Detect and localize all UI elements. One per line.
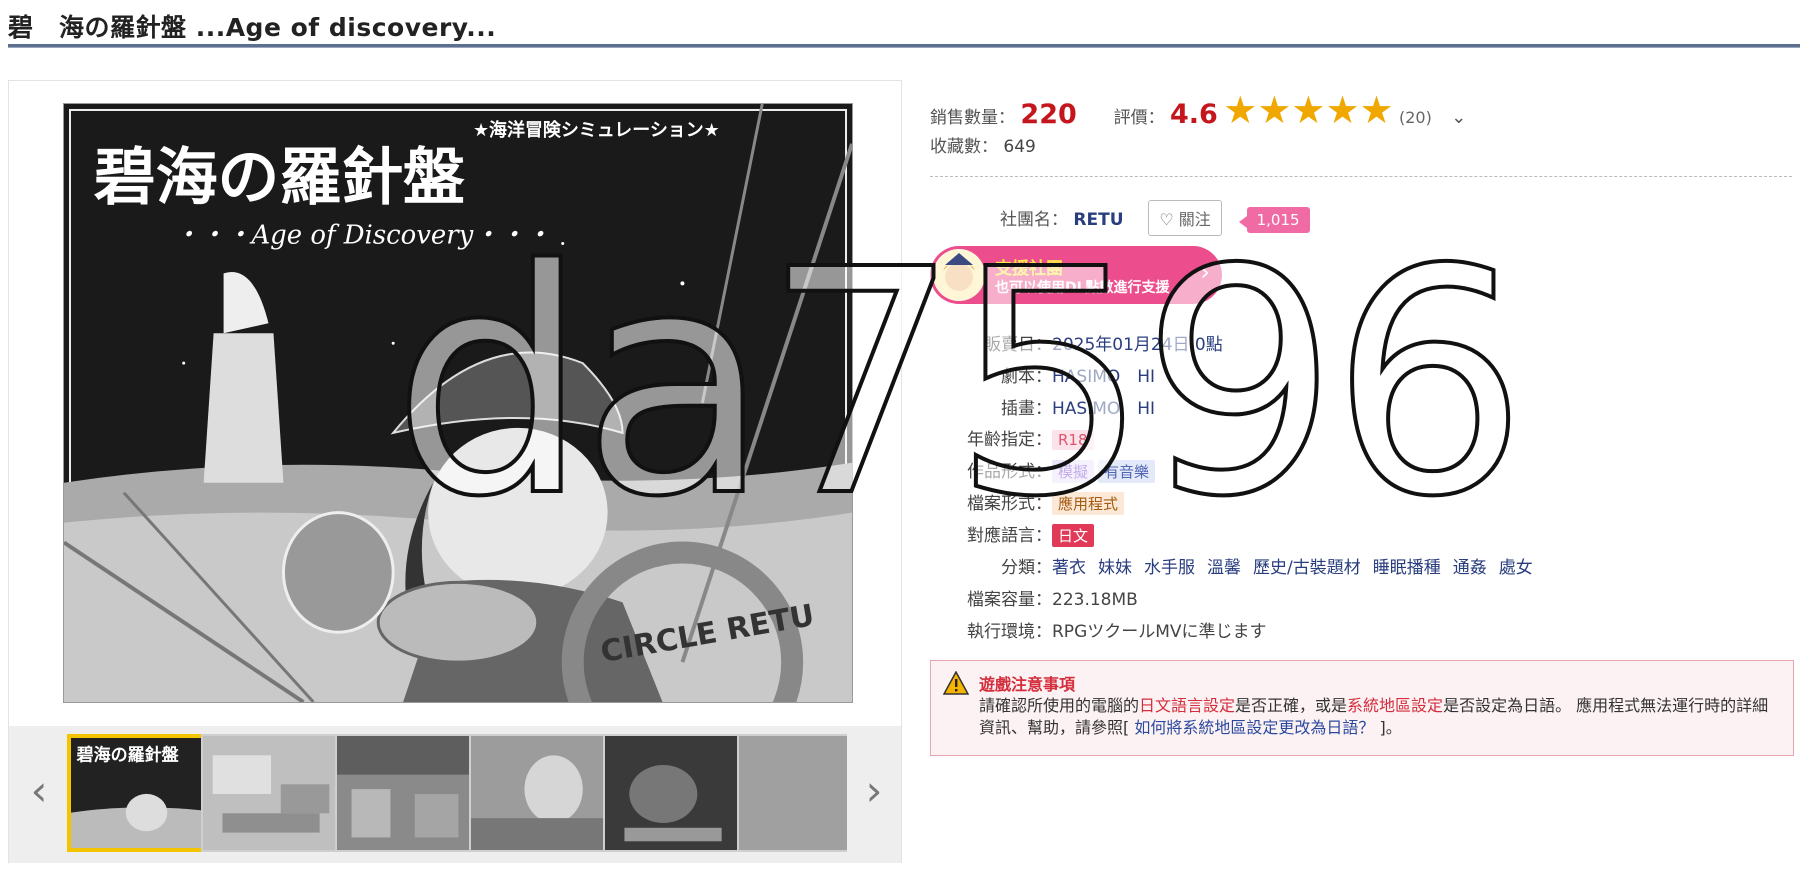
media-panel: 碧海の羅針盤 ・・・Age of Discovery・・・ ★海洋冒険シミュレー… <box>8 80 902 863</box>
environment-label: 執行環境： <box>967 622 1052 642</box>
circle-row: 社團名： RETU ♡ 關注 1,015 <box>1000 200 1310 236</box>
work-form-label: 作品形式： <box>967 462 1052 482</box>
notice-heading: 遊戲注意事項 <box>979 675 1076 694</box>
cover-illustration: 碧海の羅針盤 ・・・Age of Discovery・・・ ★海洋冒険シミュレー… <box>64 104 852 702</box>
genre-link[interactable]: 妹妹 <box>1098 558 1132 578</box>
scenario-label: 劇本： <box>1001 367 1052 387</box>
support-subtitle: 也可以使用DL點數進行支援 <box>995 280 1170 296</box>
age-rating-tag[interactable]: R18 <box>1052 430 1094 450</box>
release-date-link[interactable]: 2025年01月24日 0點 <box>1052 335 1223 355</box>
file-size-row: 檔案容量：223.18MB <box>930 585 1138 610</box>
stats-row: 銷售數量： 220 評價： 4.6 ★★★★★ (20) ⌄ <box>930 88 1466 132</box>
notice-highlight-locale: 系統地區設定 <box>1347 696 1444 715</box>
release-date-row: 販賣日：2025年01月24日 0點 <box>930 330 1223 355</box>
favorites-row: 收藏數： 649 <box>930 132 1036 157</box>
file-size-value: 223.18MB <box>1052 590 1138 610</box>
genre-link[interactable]: 通姦 <box>1453 558 1487 578</box>
language-row: 對應語言： 日文 <box>930 521 1098 547</box>
follow-button-label: 關注 <box>1178 210 1211 229</box>
cover-tagline: ★海洋冒険シミュレーション★ <box>473 119 720 141</box>
follow-count-badge: 1,015 <box>1238 207 1310 233</box>
support-circle-button[interactable]: 支援社團 也可以使用DL點數進行支援 › <box>930 246 1222 304</box>
environment-value: RPGツクールMVに準じます <box>1052 622 1267 642</box>
follow-button[interactable]: ♡ 關注 <box>1148 200 1222 236</box>
thumbnail-item-4[interactable] <box>469 734 612 852</box>
file-format-tag[interactable]: 應用程式 <box>1052 492 1125 515</box>
cover-logo-subtitle: ・・・Age of Discovery・・・ <box>174 221 551 251</box>
sales-label: 銷售數量： <box>930 108 1015 128</box>
thumbnail-next-button[interactable]: › <box>854 756 894 826</box>
scenario-author-link[interactable]: HASIMO HI <box>1052 367 1155 387</box>
genre-row: 分類：著衣 妹妹 水手服 溫馨 歷史/古裝題材 睡眠播種 通姦 處女 <box>930 553 1545 578</box>
notice-highlight-language: 日文語言設定 <box>1139 696 1236 715</box>
genre-link[interactable]: 歷史/古裝題材 <box>1253 558 1361 578</box>
language-tag[interactable]: 日文 <box>1052 524 1095 547</box>
chevron-right-icon: › <box>1200 258 1210 286</box>
thumbnail-item-6[interactable] <box>737 734 847 852</box>
cover-logo-text: 碧海の羅針盤 <box>94 142 465 214</box>
scenario-row: 劇本：HASIMO HI <box>930 362 1155 387</box>
warning-icon <box>943 671 969 695</box>
release-date-label: 販賣日： <box>984 335 1052 355</box>
circle-label: 社團名： <box>1000 210 1068 230</box>
notice-text: ]。 <box>1374 718 1402 737</box>
notice-text: 是否正確，或是 <box>1235 696 1348 715</box>
circle-name-link[interactable]: RETU <box>1073 210 1123 230</box>
thumbnail-logo: 碧海の羅針盤 <box>76 744 180 764</box>
genre-link[interactable]: 著衣 <box>1052 558 1086 578</box>
notice-text: 請確認所使用的電腦的 <box>979 696 1140 715</box>
heart-icon: ♡ <box>1159 210 1174 229</box>
title-bar: 碧 海の羅針盤 ...Age of discovery... <box>8 0 1800 52</box>
file-format-label: 檔案形式： <box>967 494 1052 514</box>
notice-body: 請確認所使用的電腦的日文語言設定是否正確，或是系統地區設定是否設定為日語。 應用… <box>979 695 1779 739</box>
illustration-row: 插畫：HASIMO HI <box>930 394 1155 419</box>
rating-count: (20) <box>1399 108 1432 127</box>
environment-row: 執行環境：RPGツクールMVに準じます <box>930 617 1267 642</box>
product-info-panel: 銷售數量： 220 評價： 4.6 ★★★★★ (20) ⌄ 收藏數： 649 … <box>930 80 1800 873</box>
game-notice-box: 遊戲注意事項 請確認所使用的電腦的日文語言設定是否正確，或是系統地區設定是否設定… <box>930 660 1794 756</box>
rating-stars-icon: ★★★★★ <box>1223 88 1394 132</box>
favorites-label: 收藏數： <box>930 137 998 157</box>
thumbnail-prev-button[interactable]: ‹ <box>19 756 59 826</box>
genre-link[interactable]: 水手服 <box>1144 558 1195 578</box>
thumbnail-item-2[interactable] <box>201 734 344 852</box>
age-rating-row: 年齡指定： R18 <box>930 425 1098 450</box>
work-form-tag-music[interactable]: 有音樂 <box>1098 460 1156 483</box>
illustration-label: 插畫： <box>1001 399 1052 419</box>
genre-link[interactable]: 處女 <box>1499 558 1533 578</box>
work-form-tag-simulation[interactable]: 模擬 <box>1052 460 1095 483</box>
file-format-row: 檔案形式： 應用程式 <box>930 489 1128 515</box>
genre-label: 分類： <box>1001 558 1052 578</box>
thumbnail-list: 碧海の羅針盤 <box>67 734 847 856</box>
sales-count: 220 <box>1020 99 1077 130</box>
genre-link[interactable]: 睡眠播種 <box>1373 558 1441 578</box>
thumbnail-item-3[interactable] <box>335 734 478 852</box>
title-divider <box>8 44 1800 48</box>
main-cover-image[interactable]: 碧海の羅針盤 ・・・Age of Discovery・・・ ★海洋冒険シミュレー… <box>63 103 853 703</box>
work-form-row: 作品形式： 模擬 有音樂 <box>930 457 1159 483</box>
thumbnail-strip: ‹ 碧海の羅針盤 › <box>9 726 901 863</box>
file-size-label: 檔案容量： <box>967 590 1052 610</box>
genre-link[interactable]: 溫馨 <box>1207 558 1241 578</box>
locale-help-link[interactable]: 如何將系統地區設定更改為日語？ <box>1134 718 1374 737</box>
rating-expand-chevron-icon[interactable]: ⌄ <box>1451 107 1466 128</box>
section-divider <box>930 176 1792 177</box>
age-rating-label: 年齡指定： <box>967 430 1052 450</box>
thumbnail-item-5[interactable] <box>603 734 746 852</box>
circle-avatar <box>933 249 985 301</box>
rating-value: 4.6 <box>1170 99 1218 130</box>
thumbnail-item-1[interactable]: 碧海の羅針盤 <box>67 734 210 852</box>
illustrator-link[interactable]: HASIMO HI <box>1052 399 1155 419</box>
language-label: 對應語言： <box>967 526 1052 546</box>
page-title: 碧 海の羅針盤 ...Age of discovery... <box>8 13 497 42</box>
favorites-count: 649 <box>1003 137 1036 157</box>
support-title: 支援社團 <box>995 259 1063 279</box>
rating-label: 評價： <box>1113 108 1165 128</box>
